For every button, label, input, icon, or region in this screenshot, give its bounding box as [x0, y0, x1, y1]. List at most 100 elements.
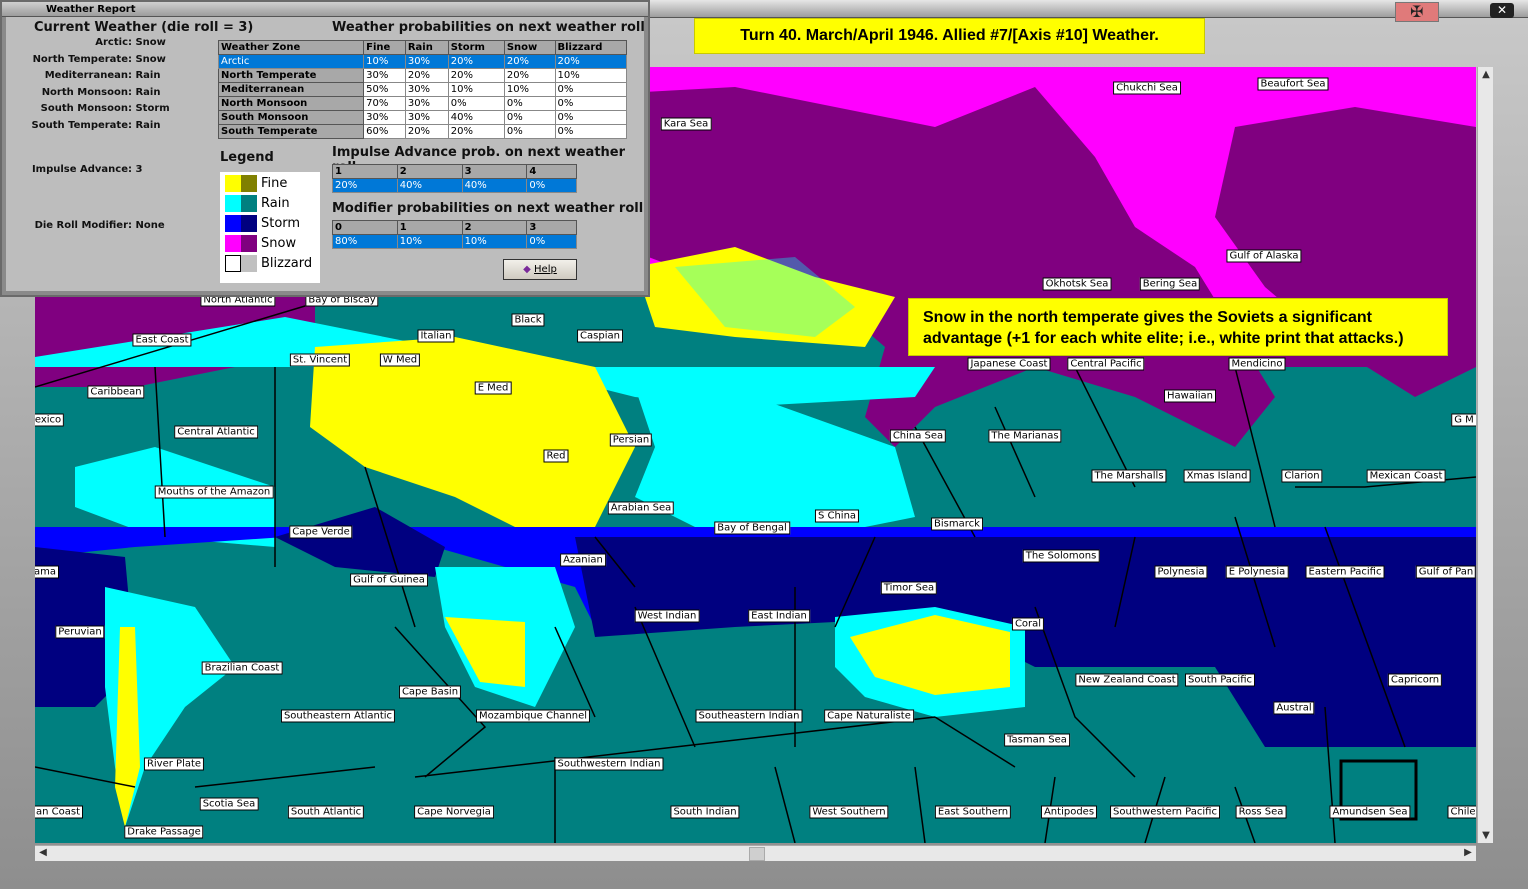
table-row[interactable]: 20% 40% 40% 0% — [332, 178, 577, 193]
scroll-right-arrow-icon[interactable]: ▶ — [1460, 847, 1476, 858]
sea-area-label[interactable]: Southeastern Indian — [695, 709, 803, 723]
table-row[interactable]: North Monsoon 70% 30% 0% 0% 0% — [217, 96, 627, 111]
legend-swatch-dark — [241, 195, 257, 212]
sea-area-label[interactable]: Brazilian Coast — [201, 661, 283, 675]
sea-area-label[interactable]: East Southern — [934, 805, 1012, 819]
scroll-up-arrow-icon[interactable]: ▲ — [1478, 69, 1494, 80]
sea-area-label[interactable]: Austral — [1273, 701, 1315, 715]
sea-area-label[interactable]: East Coast — [132, 333, 192, 347]
sea-area-label[interactable]: ama — [35, 565, 59, 579]
column-header: Rain — [404, 40, 449, 55]
horizontal-scrollbar[interactable]: ◀ ▶ — [35, 845, 1476, 861]
sea-area-label[interactable]: Bering Sea — [1139, 277, 1201, 291]
sea-area-label[interactable]: Japanese Coast — [967, 357, 1051, 371]
sea-area-label[interactable]: Gulf of Alaska — [1226, 249, 1302, 263]
sea-area-label[interactable]: Cape Naturaliste — [824, 709, 914, 723]
table-row[interactable]: Arctic 10% 30% 20% 20% 20% — [217, 54, 627, 69]
sea-area-label[interactable]: River Plate — [143, 757, 205, 771]
sea-area-label[interactable]: Southeastern Atlantic — [280, 709, 396, 723]
sea-area-label[interactable]: China Sea — [889, 429, 947, 443]
sea-area-label[interactable]: South Pacific — [1184, 673, 1256, 687]
legend-swatch-dark — [241, 215, 257, 232]
close-button[interactable]: ✕ — [1490, 3, 1514, 18]
sea-area-label[interactable]: Mexican Coast — [1366, 469, 1446, 483]
sea-area-label[interactable]: Azanian — [560, 553, 606, 567]
sea-area-label[interactable]: Mozambique Channel — [475, 709, 591, 723]
sea-area-label[interactable]: exico — [35, 413, 65, 427]
sea-area-label[interactable]: Gulf of Guinea — [350, 573, 428, 587]
sea-area-label[interactable]: Cape Basin — [398, 685, 462, 699]
sea-area-label[interactable]: Central Atlantic — [174, 425, 258, 439]
scroll-down-arrow-icon[interactable]: ▼ — [1478, 830, 1494, 841]
sea-area-label[interactable]: S China — [814, 509, 860, 523]
sea-area-label[interactable]: The Solomons — [1022, 549, 1100, 563]
sea-area-label[interactable]: New Zealand Coast — [1075, 673, 1179, 687]
sea-area-label[interactable]: Ross Sea — [1235, 805, 1287, 819]
sea-area-label[interactable]: Scotia Sea — [199, 797, 259, 811]
sea-area-label[interactable]: Hawaiian — [1164, 389, 1216, 403]
horizontal-scroll-thumb[interactable] — [749, 847, 765, 861]
sea-area-label[interactable]: Cape Norvegia — [414, 805, 494, 819]
table-row[interactable]: Mediterranean 50% 30% 10% 10% 0% — [217, 82, 627, 97]
table-row[interactable]: South Monsoon 30% 30% 40% 0% 0% — [217, 110, 627, 125]
scroll-left-arrow-icon[interactable]: ◀ — [35, 847, 51, 858]
sea-area-label[interactable]: West Southern — [809, 805, 889, 819]
vertical-scrollbar[interactable]: ▲ ▼ — [1477, 67, 1493, 843]
sea-area-label[interactable]: Bay of Bengal — [714, 521, 790, 535]
sea-area-label[interactable]: E Polynesia — [1225, 565, 1289, 579]
legend-swatch-dark — [241, 235, 257, 252]
sea-area-label[interactable]: The Marianas — [988, 429, 1062, 443]
sea-area-label[interactable]: Drake Passage — [124, 825, 204, 839]
sea-area-label[interactable]: E Med — [474, 381, 512, 395]
sea-area-label[interactable]: St. Vincent — [289, 353, 351, 367]
table-row[interactable]: 80% 10% 10% 0% — [332, 234, 577, 249]
help-button[interactable]: ◆ Help — [503, 259, 577, 280]
sea-area-label[interactable]: Polynesia — [1154, 565, 1208, 579]
sea-area-label[interactable]: Mouths of the Amazon — [154, 485, 274, 499]
sea-area-label[interactable]: South Indian — [670, 805, 740, 819]
sea-area-label[interactable]: Bismarck — [931, 517, 983, 531]
sea-area-label[interactable]: Cape Verde — [289, 525, 353, 539]
sea-area-label[interactable]: Antipodes — [1040, 805, 1098, 819]
column-header: Fine — [363, 40, 406, 55]
sea-area-label[interactable]: Chile — [1447, 805, 1476, 819]
sea-area-label[interactable]: West Indian — [634, 609, 700, 623]
sea-area-label[interactable]: W Med — [379, 353, 421, 367]
table-row[interactable]: South Temperate 60% 20% 20% 0% 0% — [217, 124, 627, 139]
sea-area-label[interactable]: Xmas Island — [1183, 469, 1251, 483]
sea-area-label[interactable]: Capricorn — [1387, 673, 1443, 687]
sea-area-label[interactable]: Eastern Pacific — [1305, 565, 1385, 579]
sea-area-label[interactable]: Southwestern Pacific — [1110, 805, 1220, 819]
sea-area-label[interactable]: Caribbean — [87, 385, 145, 399]
sea-area-label[interactable]: Arabian Sea — [607, 501, 675, 515]
sea-area-label[interactable]: Beaufort Sea — [1257, 77, 1329, 91]
sea-area-label[interactable]: Kara Sea — [660, 117, 712, 131]
sea-area-label[interactable]: Clarion — [1281, 469, 1323, 483]
sea-area-label[interactable]: Persian — [609, 433, 653, 447]
table-row[interactable]: North Temperate 30% 20% 20% 20% 10% — [217, 68, 627, 83]
sea-area-label[interactable]: Amundsen Sea — [1329, 805, 1411, 819]
sea-area-label[interactable]: an Coast — [35, 805, 84, 819]
sea-area-label[interactable]: Tasman Sea — [1004, 733, 1070, 747]
sea-area-label[interactable]: Southwestern Indian — [554, 757, 664, 771]
legend-swatch-light — [225, 235, 241, 252]
sea-area-label[interactable]: Black — [511, 313, 545, 327]
table-cell: 20% — [447, 124, 505, 139]
sea-area-label[interactable]: Peruvian — [55, 625, 105, 639]
sea-area-label[interactable]: Italian — [417, 329, 455, 343]
sea-area-label[interactable]: Chukchi Sea — [1113, 81, 1181, 95]
sea-area-label[interactable]: G M — [1451, 413, 1476, 427]
legend-item: Storm — [225, 215, 300, 233]
sea-area-label[interactable]: Timor Sea — [880, 581, 938, 595]
sea-area-label[interactable]: South Atlantic — [287, 805, 365, 819]
sea-area-label[interactable]: The Marshalls — [1091, 469, 1167, 483]
sea-area-label[interactable]: Red — [543, 449, 569, 463]
sea-area-label[interactable]: Coral — [1011, 617, 1045, 631]
sea-area-label[interactable]: Central Pacific — [1067, 357, 1145, 371]
sea-area-label[interactable]: Mendicino — [1228, 357, 1286, 371]
sea-area-label[interactable]: East Indian — [748, 609, 810, 623]
sea-area-label[interactable]: Gulf of Pan — [1415, 565, 1476, 579]
sea-area-label[interactable]: Okhotsk Sea — [1042, 277, 1112, 291]
sea-area-label[interactable]: Caspian — [577, 329, 623, 343]
panel-title: Weather Report — [2, 2, 648, 17]
